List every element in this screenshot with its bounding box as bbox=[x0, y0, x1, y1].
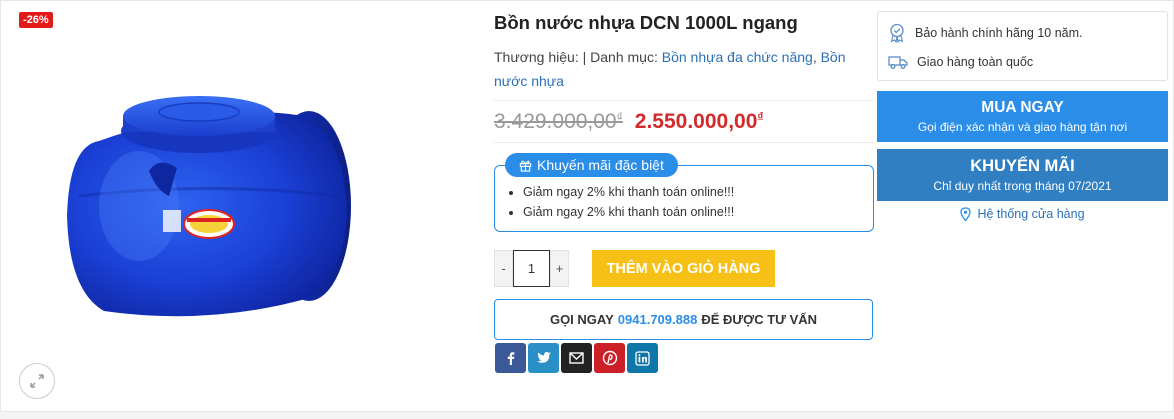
quantity-input[interactable]: 1 bbox=[513, 250, 550, 287]
share-facebook-button[interactable] bbox=[495, 343, 526, 373]
benefit-shipping-text: Giao hàng toàn quốc bbox=[917, 54, 1034, 69]
sale-price-value: 2.550.000,00 bbox=[634, 109, 758, 133]
promotion-list: Giảm ngay 2% khi thanh toán online!!! Gi… bbox=[523, 182, 734, 222]
linkedin-icon bbox=[635, 350, 650, 366]
promotion-item: Giảm ngay 2% khi thanh toán online!!! bbox=[523, 182, 734, 202]
promotion-title: Khuyến mãi đặc biệt bbox=[537, 157, 664, 173]
store-system-link[interactable]: Hệ thống cửa hàng bbox=[877, 207, 1168, 221]
promotion-tab: Khuyến mãi đặc biệt bbox=[505, 153, 678, 177]
sale-price: 2.550.000,00₫ bbox=[635, 110, 764, 134]
product-page: -26% Bồn nước nhựa DCN 1000L ngang Thươn… bbox=[0, 0, 1174, 412]
purchase-sidebar: Bảo hành chính hãng 10 năm. Giao hàng to… bbox=[877, 11, 1168, 221]
gift-icon bbox=[519, 160, 532, 172]
truck-icon bbox=[888, 55, 908, 69]
meta-separator: | bbox=[582, 49, 587, 65]
promotion-button-subtitle: Chỉ duy nhất trong tháng 07/2021 bbox=[933, 179, 1112, 193]
sale-badge: -26% bbox=[19, 12, 53, 28]
hotline-number[interactable]: 0941.709.888 bbox=[618, 312, 698, 327]
brand-label: Thương hiệu: bbox=[494, 49, 579, 65]
quantity-stepper: - 1 + bbox=[494, 250, 569, 287]
promotion-box: Khuyến mãi đặc biệt Giảm ngay 2% khi tha… bbox=[494, 153, 874, 232]
benefit-warranty-text: Bảo hành chính hãng 10 năm. bbox=[915, 25, 1083, 40]
add-to-cart-button[interactable]: THÊM VÀO GIỎ HÀNG bbox=[592, 250, 775, 287]
share-buttons bbox=[495, 343, 658, 373]
warranty-badge-icon bbox=[890, 23, 904, 43]
share-email-button[interactable] bbox=[561, 343, 592, 373]
buy-now-button[interactable]: MUA NGAY Gọi điện xác nhận và giao hàng … bbox=[877, 91, 1168, 142]
benefit-warranty: Bảo hành chính hãng 10 năm. bbox=[888, 18, 1157, 47]
call-to-consult-button[interactable]: GỌI NGAY 0941.709.888 ĐỂ ĐƯỢC TƯ VẤN bbox=[494, 299, 873, 340]
benefit-shipping: Giao hàng toàn quốc bbox=[888, 47, 1157, 76]
promotion-item: Giảm ngay 2% khi thanh toán online!!! bbox=[523, 202, 734, 222]
category-link-multi-purpose[interactable]: Bồn nhựa đa chức năng bbox=[662, 49, 813, 65]
share-pinterest-button[interactable] bbox=[594, 343, 625, 373]
expand-icon bbox=[30, 374, 44, 388]
sale-price-currency: ₫ bbox=[757, 109, 764, 124]
share-twitter-button[interactable] bbox=[528, 343, 559, 373]
category-comma: , bbox=[812, 49, 817, 65]
call-suffix: ĐỂ ĐƯỢC TƯ VẤN bbox=[701, 312, 818, 327]
zoom-button[interactable] bbox=[19, 363, 55, 399]
product-image[interactable] bbox=[59, 86, 359, 326]
old-price-value: 3.429.000,00 bbox=[494, 109, 617, 133]
twitter-icon bbox=[536, 352, 551, 363]
product-meta: Thương hiệu: | Danh mục: Bồn nhựa đa chứ… bbox=[494, 45, 864, 93]
old-price-currency: ₫ bbox=[616, 109, 623, 124]
product-title: Bồn nước nhựa DCN 1000L ngang bbox=[494, 12, 798, 33]
email-icon bbox=[569, 352, 584, 364]
product-gallery: -26% bbox=[1, 1, 481, 413]
price-row: 3.429.000,00₫ 2.550.000,00₫ bbox=[494, 100, 874, 143]
promotion-button-title: KHUYẾN MÃI bbox=[970, 157, 1075, 175]
call-prefix: GỌI NGAY bbox=[549, 312, 614, 327]
quantity-increase-button[interactable]: + bbox=[550, 250, 569, 287]
benefits-box: Bảo hành chính hãng 10 năm. Giao hàng to… bbox=[877, 11, 1168, 81]
category-label: Danh mục: bbox=[590, 49, 658, 65]
quantity-decrease-button[interactable]: - bbox=[494, 250, 513, 287]
promotion-button[interactable]: KHUYẾN MÃI Chỉ duy nhất trong tháng 07/2… bbox=[877, 149, 1168, 201]
share-linkedin-button[interactable] bbox=[627, 343, 658, 373]
pinterest-icon bbox=[602, 350, 617, 366]
facebook-icon bbox=[507, 352, 514, 365]
old-price: 3.429.000,00₫ bbox=[494, 110, 623, 134]
buy-now-title: MUA NGAY bbox=[981, 99, 1064, 116]
buy-now-subtitle: Gọi điện xác nhận và giao hàng tận nơi bbox=[917, 120, 1128, 134]
store-link-text: Hệ thống cửa hàng bbox=[977, 207, 1085, 221]
location-pin-icon bbox=[960, 207, 972, 221]
